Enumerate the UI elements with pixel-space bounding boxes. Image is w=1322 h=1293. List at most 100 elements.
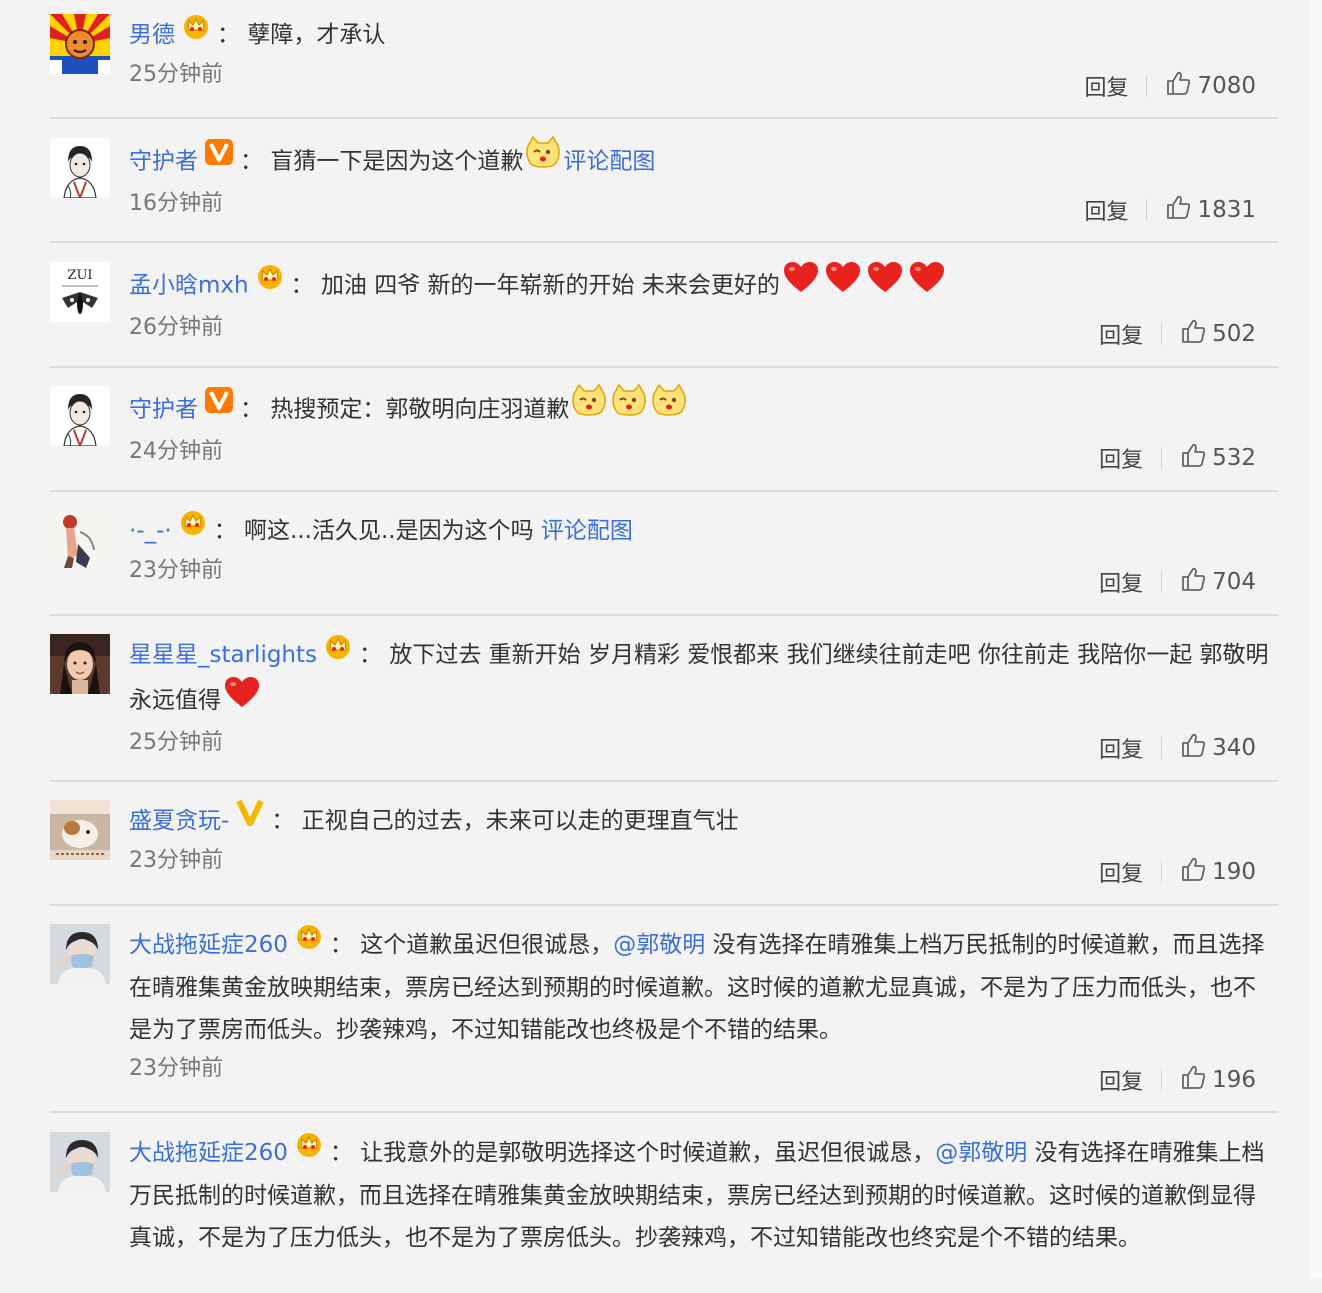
action-divider xyxy=(1146,199,1148,221)
inline-link[interactable]: @郭敬明 xyxy=(613,932,705,958)
username-link[interactable]: 大战拖延症260 xyxy=(129,932,288,958)
thumbs-up-icon xyxy=(1180,566,1212,598)
comment-text: 大战拖延症260： 这个道歉虽迟但很诚恳，@郭敬明 没有选择在晴雅集上档万民抵制… xyxy=(129,924,1278,1051)
colon-separator: ： xyxy=(240,148,271,175)
username-link[interactable]: ·-_-· xyxy=(129,518,172,544)
comment-divider xyxy=(50,241,1278,243)
comment-actions: 回复 7080 xyxy=(1084,70,1256,102)
reply-button[interactable]: 回复 xyxy=(1084,194,1128,226)
avatar[interactable] xyxy=(50,138,110,198)
comment-actions: 回复 1831 xyxy=(1084,194,1256,226)
inline-link[interactable]: @郭敬明 xyxy=(935,1140,1027,1166)
timestamp xyxy=(129,1261,1278,1293)
avatar[interactable]: ZUI xyxy=(50,262,110,322)
comment-content: 让我意外的是郭敬明选择这个时候道歉，虽迟但很诚恳， xyxy=(360,1140,936,1166)
like-button[interactable]: 340 xyxy=(1180,732,1256,764)
comment-text: 孟小晗mxh ： 加油 四爷 新的一年崭新的开始 未来会更好的 xyxy=(129,262,1278,310)
action-divider xyxy=(1161,737,1163,759)
username-link[interactable]: 男德 xyxy=(129,22,175,48)
username-link[interactable]: 守护者 xyxy=(129,149,198,175)
avatar[interactable] xyxy=(50,510,110,570)
cat-emoji xyxy=(611,383,647,432)
crown-badge-icon[interactable] xyxy=(181,12,211,54)
username-link[interactable]: 孟小晗mxh xyxy=(129,273,249,299)
comment-text: 男德 ： 孽障，才承认 xyxy=(129,14,1278,57)
thumbs-up-icon xyxy=(1165,194,1197,226)
verified-badge-icon[interactable] xyxy=(235,798,265,840)
comment-text: ·-_-· ： 啊这...活久见..是因为这个吗 评论配图 xyxy=(129,510,1278,553)
reply-button[interactable]: 回复 xyxy=(1084,70,1128,102)
verified-badge-icon[interactable] xyxy=(204,138,234,180)
like-count: 1831 xyxy=(1197,197,1256,223)
comment-divider xyxy=(50,780,1278,782)
like-count: 532 xyxy=(1212,445,1256,471)
comment-text: 星星星_starlights： 放下过去 重新开始 岁月精彩 爱恨都来 我们继续… xyxy=(129,634,1278,725)
colon-separator: ： xyxy=(329,932,361,958)
inline-link[interactable]: 评论配图 xyxy=(563,149,655,175)
comment-content: 孽障，才承认 xyxy=(247,22,386,48)
heart-emoji xyxy=(223,675,261,723)
comment-actions: 回复 704 xyxy=(1099,566,1256,598)
crown-badge-icon[interactable] xyxy=(178,508,208,550)
comment-divider xyxy=(50,1111,1278,1113)
reply-button[interactable]: 回复 xyxy=(1099,442,1143,474)
action-divider xyxy=(1161,861,1163,883)
reply-button[interactable]: 回复 xyxy=(1099,1064,1143,1096)
cat-emoji xyxy=(571,383,607,432)
comment-divider xyxy=(50,904,1278,906)
like-button[interactable]: 1831 xyxy=(1165,194,1256,226)
like-button[interactable]: 704 xyxy=(1180,566,1256,598)
comment-text: 大战拖延症260： 让我意外的是郭敬明选择这个时候道歉，虽迟但很诚恳，@郭敬明 … xyxy=(129,1132,1278,1259)
username-link[interactable]: 守护者 xyxy=(129,397,198,423)
avatar[interactable] xyxy=(50,634,110,694)
avatar[interactable] xyxy=(50,800,110,860)
crown-badge-icon[interactable] xyxy=(255,262,285,304)
avatar[interactable] xyxy=(50,924,110,984)
verified-badge-icon[interactable] xyxy=(204,386,234,428)
cat-emoji xyxy=(525,135,561,184)
reply-button[interactable]: 回复 xyxy=(1099,732,1143,764)
action-divider xyxy=(1161,447,1163,469)
like-button[interactable]: 196 xyxy=(1180,1064,1256,1096)
like-button[interactable]: 502 xyxy=(1180,318,1256,350)
like-button[interactable]: 7080 xyxy=(1165,70,1256,102)
like-button[interactable]: 532 xyxy=(1180,442,1256,474)
comment-content: 热搜预定：郭敬明向庄羽道歉 xyxy=(270,396,570,423)
comment-content: 正视自己的过去，未来可以走的更理直气壮 xyxy=(301,808,739,834)
heart-emoji xyxy=(824,260,862,308)
crown-badge-icon[interactable] xyxy=(294,1130,324,1172)
reply-button[interactable]: 回复 xyxy=(1099,318,1143,350)
scrollbar-track[interactable] xyxy=(1310,0,1322,1278)
like-count: 502 xyxy=(1212,321,1256,347)
like-count: 7080 xyxy=(1197,73,1256,99)
avatar[interactable] xyxy=(50,1132,110,1192)
inline-link[interactable]: 评论配图 xyxy=(541,518,633,544)
comment-actions: 回复 502 xyxy=(1099,318,1256,350)
comment-actions: 回复 532 xyxy=(1099,442,1256,474)
comment-body: 大战拖延症260： 让我意外的是郭敬明选择这个时候道歉，虽迟但很诚恳，@郭敬明 … xyxy=(129,1132,1278,1293)
like-count: 704 xyxy=(1212,569,1256,595)
username-link[interactable]: 星星星_starlights xyxy=(129,642,317,668)
comment-divider xyxy=(50,614,1278,616)
comment-actions: 回复 196 xyxy=(1099,1064,1256,1096)
crown-badge-icon[interactable] xyxy=(323,632,353,674)
like-count: 190 xyxy=(1212,859,1256,885)
thumbs-up-icon xyxy=(1165,70,1197,102)
action-divider xyxy=(1146,75,1148,97)
avatar[interactable] xyxy=(50,386,110,446)
colon-separator: ： xyxy=(217,22,248,48)
like-button[interactable]: 190 xyxy=(1180,856,1256,888)
avatar[interactable] xyxy=(50,14,110,74)
reply-button[interactable]: 回复 xyxy=(1099,856,1143,888)
heart-emoji xyxy=(866,260,904,308)
thumbs-up-icon xyxy=(1180,1064,1212,1096)
like-count: 196 xyxy=(1212,1067,1256,1093)
username-link[interactable]: 盛夏贪玩- xyxy=(129,808,229,834)
action-divider xyxy=(1161,571,1163,593)
crown-badge-icon[interactable] xyxy=(294,922,324,964)
like-count: 340 xyxy=(1212,735,1256,761)
comment-text: 守护者 ： 热搜预定：郭敬明向庄羽道歉 xyxy=(129,383,1278,434)
comment-actions: 回复 340 xyxy=(1099,732,1256,764)
reply-button[interactable]: 回复 xyxy=(1099,566,1143,598)
username-link[interactable]: 大战拖延症260 xyxy=(129,1140,288,1166)
